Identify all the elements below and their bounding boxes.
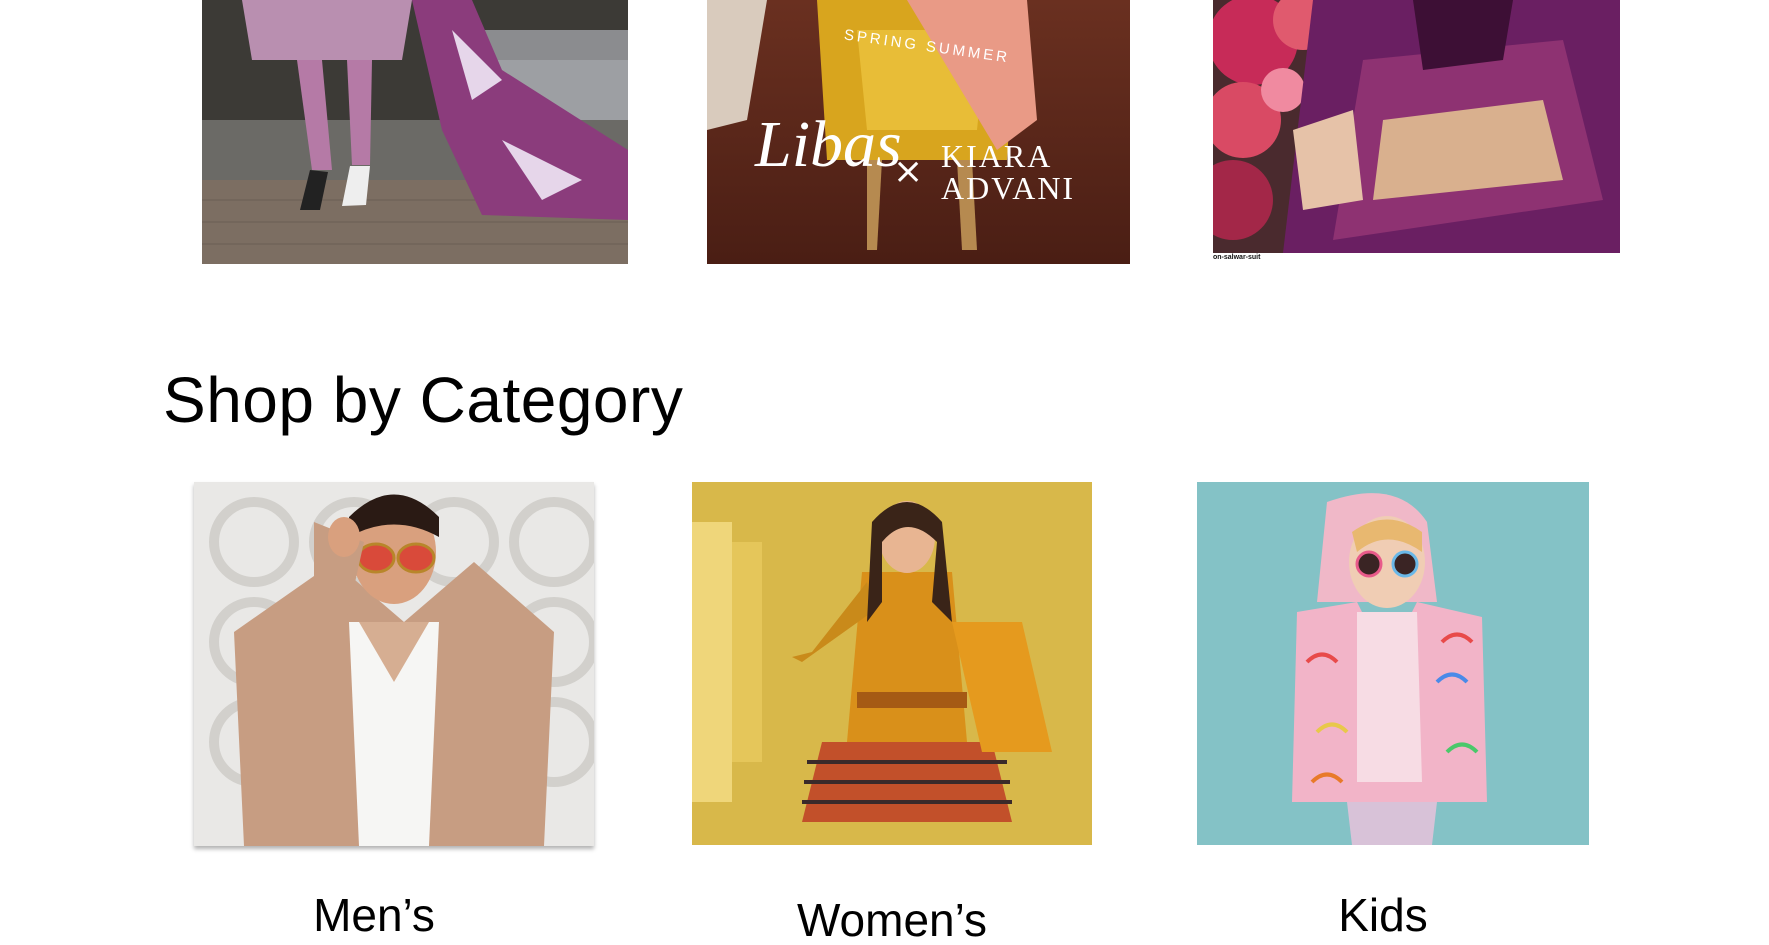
category-label-women[interactable]: Women’s (692, 897, 1092, 943)
category-image-women[interactable] (692, 482, 1092, 845)
brand-logo-text: Libas (755, 108, 902, 181)
category-image-kids[interactable] (1197, 482, 1589, 845)
banner-3-caption: on-salwar-suit (1213, 254, 1261, 261)
promo-banner-purple-suit[interactable] (1213, 0, 1620, 253)
category-label-kids[interactable]: Kids (1187, 892, 1579, 938)
section-title: Shop by Category (163, 364, 684, 436)
promo-banner-libas-kiara[interactable]: SPRING SUMMER Libas × KIARA ADVANI (707, 0, 1130, 264)
category-card-women[interactable]: Women’s (692, 482, 1092, 945)
cross-symbol: × (893, 151, 924, 192)
banner-3-image (1213, 0, 1620, 253)
banner-1-image (202, 0, 628, 264)
promo-banner-lavender-suit[interactable] (202, 0, 628, 264)
collab-name-line-2: ADVANI (941, 170, 1076, 206)
category-label-men[interactable]: Men’s (174, 892, 574, 938)
category-card-kids[interactable]: Kids (1197, 482, 1589, 945)
page: SPRING SUMMER Libas × KIARA ADVANI on-sa… (0, 0, 1769, 945)
category-image-men[interactable] (194, 482, 594, 846)
category-card-men[interactable]: Men’s (194, 482, 594, 945)
collab-name-line-1: KIARA (941, 138, 1053, 174)
